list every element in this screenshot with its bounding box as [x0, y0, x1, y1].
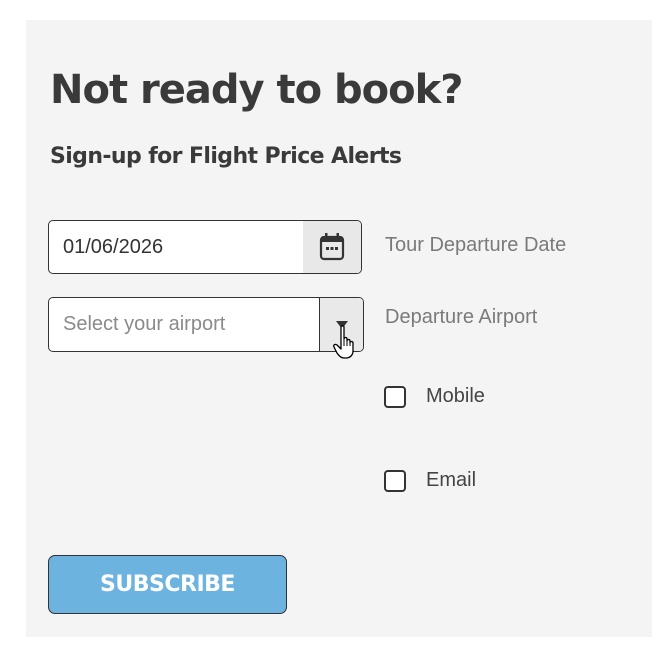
mobile-checkbox[interactable] — [384, 385, 406, 408]
page-title: Not ready to book? — [50, 67, 463, 113]
airport-dropdown-button[interactable] — [319, 298, 363, 351]
departure-airport-label: Departure Airport — [385, 306, 538, 328]
subscribe-button[interactable]: SUBSCRIBE — [48, 555, 287, 614]
email-option[interactable]: Email — [384, 469, 476, 492]
departure-date-label: Tour Departure Date — [385, 234, 567, 256]
departure-airport-select[interactable]: Select your airport — [48, 297, 364, 352]
email-checkbox[interactable] — [384, 469, 406, 492]
departure-date-input[interactable]: 01/06/2026 — [48, 220, 362, 274]
calendar-icon — [319, 233, 345, 261]
page-subtitle: Sign-up for Flight Price Alerts — [50, 144, 402, 169]
airport-placeholder: Select your airport — [63, 313, 226, 335]
mobile-option[interactable]: Mobile — [384, 385, 485, 408]
departure-date-value: 01/06/2026 — [63, 236, 164, 258]
caret-down-icon — [335, 320, 348, 329]
calendar-button[interactable] — [303, 221, 361, 273]
email-checkbox-label[interactable]: Email — [426, 469, 476, 492]
mobile-checkbox-label[interactable]: Mobile — [426, 385, 485, 408]
